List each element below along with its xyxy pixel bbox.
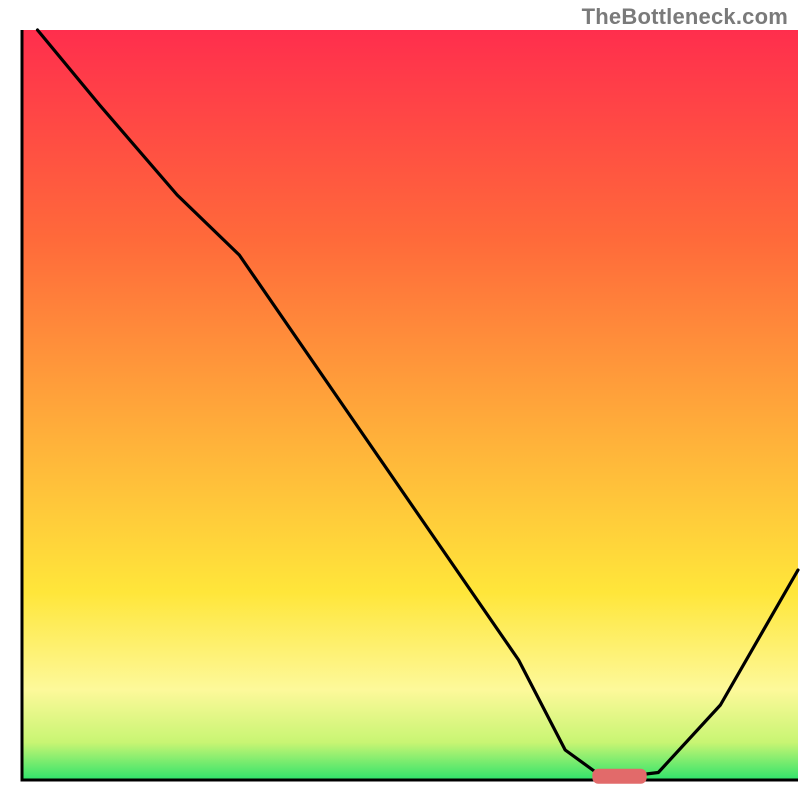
chart-container: TheBottleneck.com xyxy=(0,0,800,800)
bottleneck-chart xyxy=(0,0,800,800)
optimal-range-marker xyxy=(592,769,646,784)
plot-background xyxy=(22,30,798,780)
watermark-text: TheBottleneck.com xyxy=(582,4,788,30)
